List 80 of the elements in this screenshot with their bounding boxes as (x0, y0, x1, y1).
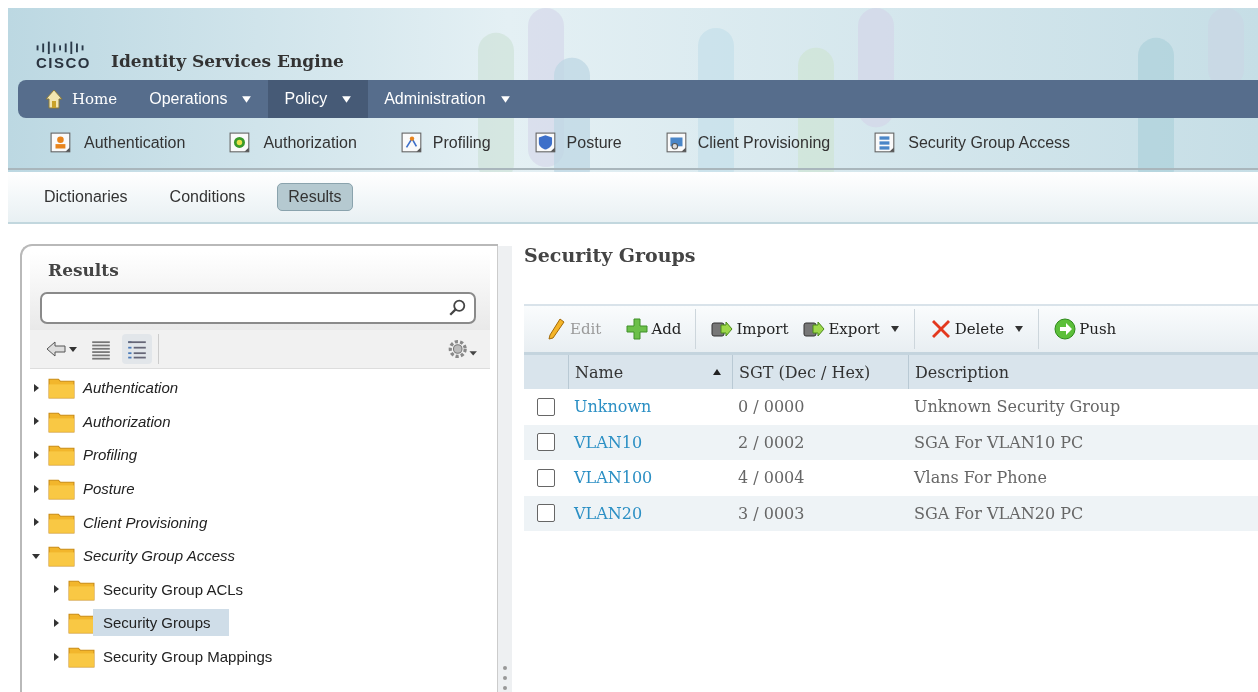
table-cell: Vlans For Phone (914, 468, 1047, 488)
table-cell: 3 / 0003 (738, 503, 805, 523)
plus-icon (625, 317, 650, 341)
document-icon (874, 132, 897, 154)
tree-item[interactable]: Authentication (73, 374, 187, 402)
document-icon (665, 132, 688, 154)
nav-menu-item[interactable]: Home (38, 80, 134, 118)
logo-text: CISCO (36, 55, 91, 70)
subnav-item[interactable]: Authentication (50, 132, 186, 154)
folder-icon (48, 443, 75, 467)
arrow-circle-icon (1053, 317, 1078, 341)
subnav-item[interactable]: Security Group Access (874, 132, 1071, 154)
table-cell: SGA For VLAN20 PC (914, 503, 1084, 523)
tree-view-button[interactable] (122, 334, 152, 364)
group-name-link[interactable]: Unknown (574, 397, 652, 417)
tree-item[interactable]: Security Groups (93, 609, 229, 637)
tree-item[interactable]: Security Group Access (73, 542, 243, 570)
import-button[interactable]: Import (710, 317, 789, 341)
push-button[interactable]: Push (1053, 317, 1117, 341)
tab[interactable]: Conditions (159, 184, 256, 210)
nav-menu-item[interactable]: Operations (133, 80, 269, 118)
collapsed-icon[interactable] (52, 652, 60, 661)
row-checkbox[interactable] (537, 504, 555, 523)
collapsed-icon[interactable] (32, 417, 40, 426)
export-button[interactable]: Export (802, 317, 900, 341)
scrollbar[interactable] (497, 246, 512, 692)
row-checkbox[interactable] (537, 397, 555, 416)
document-icon (50, 132, 72, 154)
group-name-link[interactable]: VLAN100 (574, 468, 653, 488)
collapsed-icon[interactable] (32, 451, 40, 459)
tree-item[interactable]: Security Group ACLs (93, 575, 252, 603)
subnav-item[interactable]: Authorization (229, 132, 357, 154)
table-cell: 0 / 0000 (738, 397, 805, 417)
tree-item[interactable]: Profiling (73, 441, 146, 469)
expanded-icon[interactable] (32, 551, 40, 560)
tree-item[interactable]: Client Provisioning (73, 508, 216, 536)
column-header[interactable]: Name (568, 355, 732, 389)
collapsed-icon[interactable] (32, 518, 40, 527)
back-arrow-icon[interactable] (44, 339, 80, 359)
document-icon (534, 132, 557, 154)
subnav-item[interactable]: Posture (534, 132, 622, 154)
list-icon (90, 338, 112, 360)
collapsed-icon[interactable] (52, 618, 60, 627)
subnav-item[interactable]: Profiling (400, 132, 491, 154)
folder-icon (68, 611, 95, 635)
table-cell: Unknown Security Group (914, 397, 1121, 417)
table-cell: 2 / 0002 (738, 432, 805, 452)
search-field[interactable] (40, 292, 476, 324)
folder-icon (68, 645, 95, 669)
nav-menu-item[interactable]: Policy (268, 80, 369, 118)
tab[interactable]: Results (277, 183, 353, 211)
tab[interactable]: Dictionaries (34, 184, 138, 210)
subnav-item[interactable]: Client Provisioning (665, 132, 831, 154)
document-icon (400, 132, 423, 154)
home-icon (44, 89, 64, 109)
folder-icon (48, 477, 75, 501)
search-icon (448, 299, 466, 317)
tree-list-icon (126, 338, 148, 360)
collapsed-icon[interactable] (52, 585, 60, 594)
panel-title: Results (47, 260, 120, 280)
collapsed-icon[interactable] (32, 484, 40, 493)
tree-item[interactable]: Authorization (73, 407, 179, 435)
product-title: Identity Services Engine (111, 53, 344, 70)
table-cell: SGA For VLAN10 PC (914, 432, 1084, 452)
table-cell: 4 / 0004 (738, 468, 805, 488)
tree-item[interactable]: Posture (73, 475, 143, 503)
column-header[interactable]: Description (908, 355, 1258, 389)
settings-icon[interactable] (446, 337, 478, 361)
nav-menu-item[interactable]: Administration (368, 80, 527, 118)
folder-icon (48, 544, 75, 568)
add-button[interactable]: Add (625, 317, 682, 341)
folder-icon (48, 376, 75, 400)
row-checkbox[interactable] (537, 433, 555, 452)
document-icon (229, 132, 252, 154)
column-header[interactable]: SGT (Dec / Hex) (732, 355, 908, 389)
tree-item[interactable]: Security Group Mappings (93, 643, 281, 671)
collapsed-icon[interactable] (32, 383, 40, 392)
page-title: Security Groups (524, 244, 697, 268)
row-checkbox[interactable] (537, 468, 555, 487)
delete-button[interactable]: Delete (928, 317, 1025, 341)
